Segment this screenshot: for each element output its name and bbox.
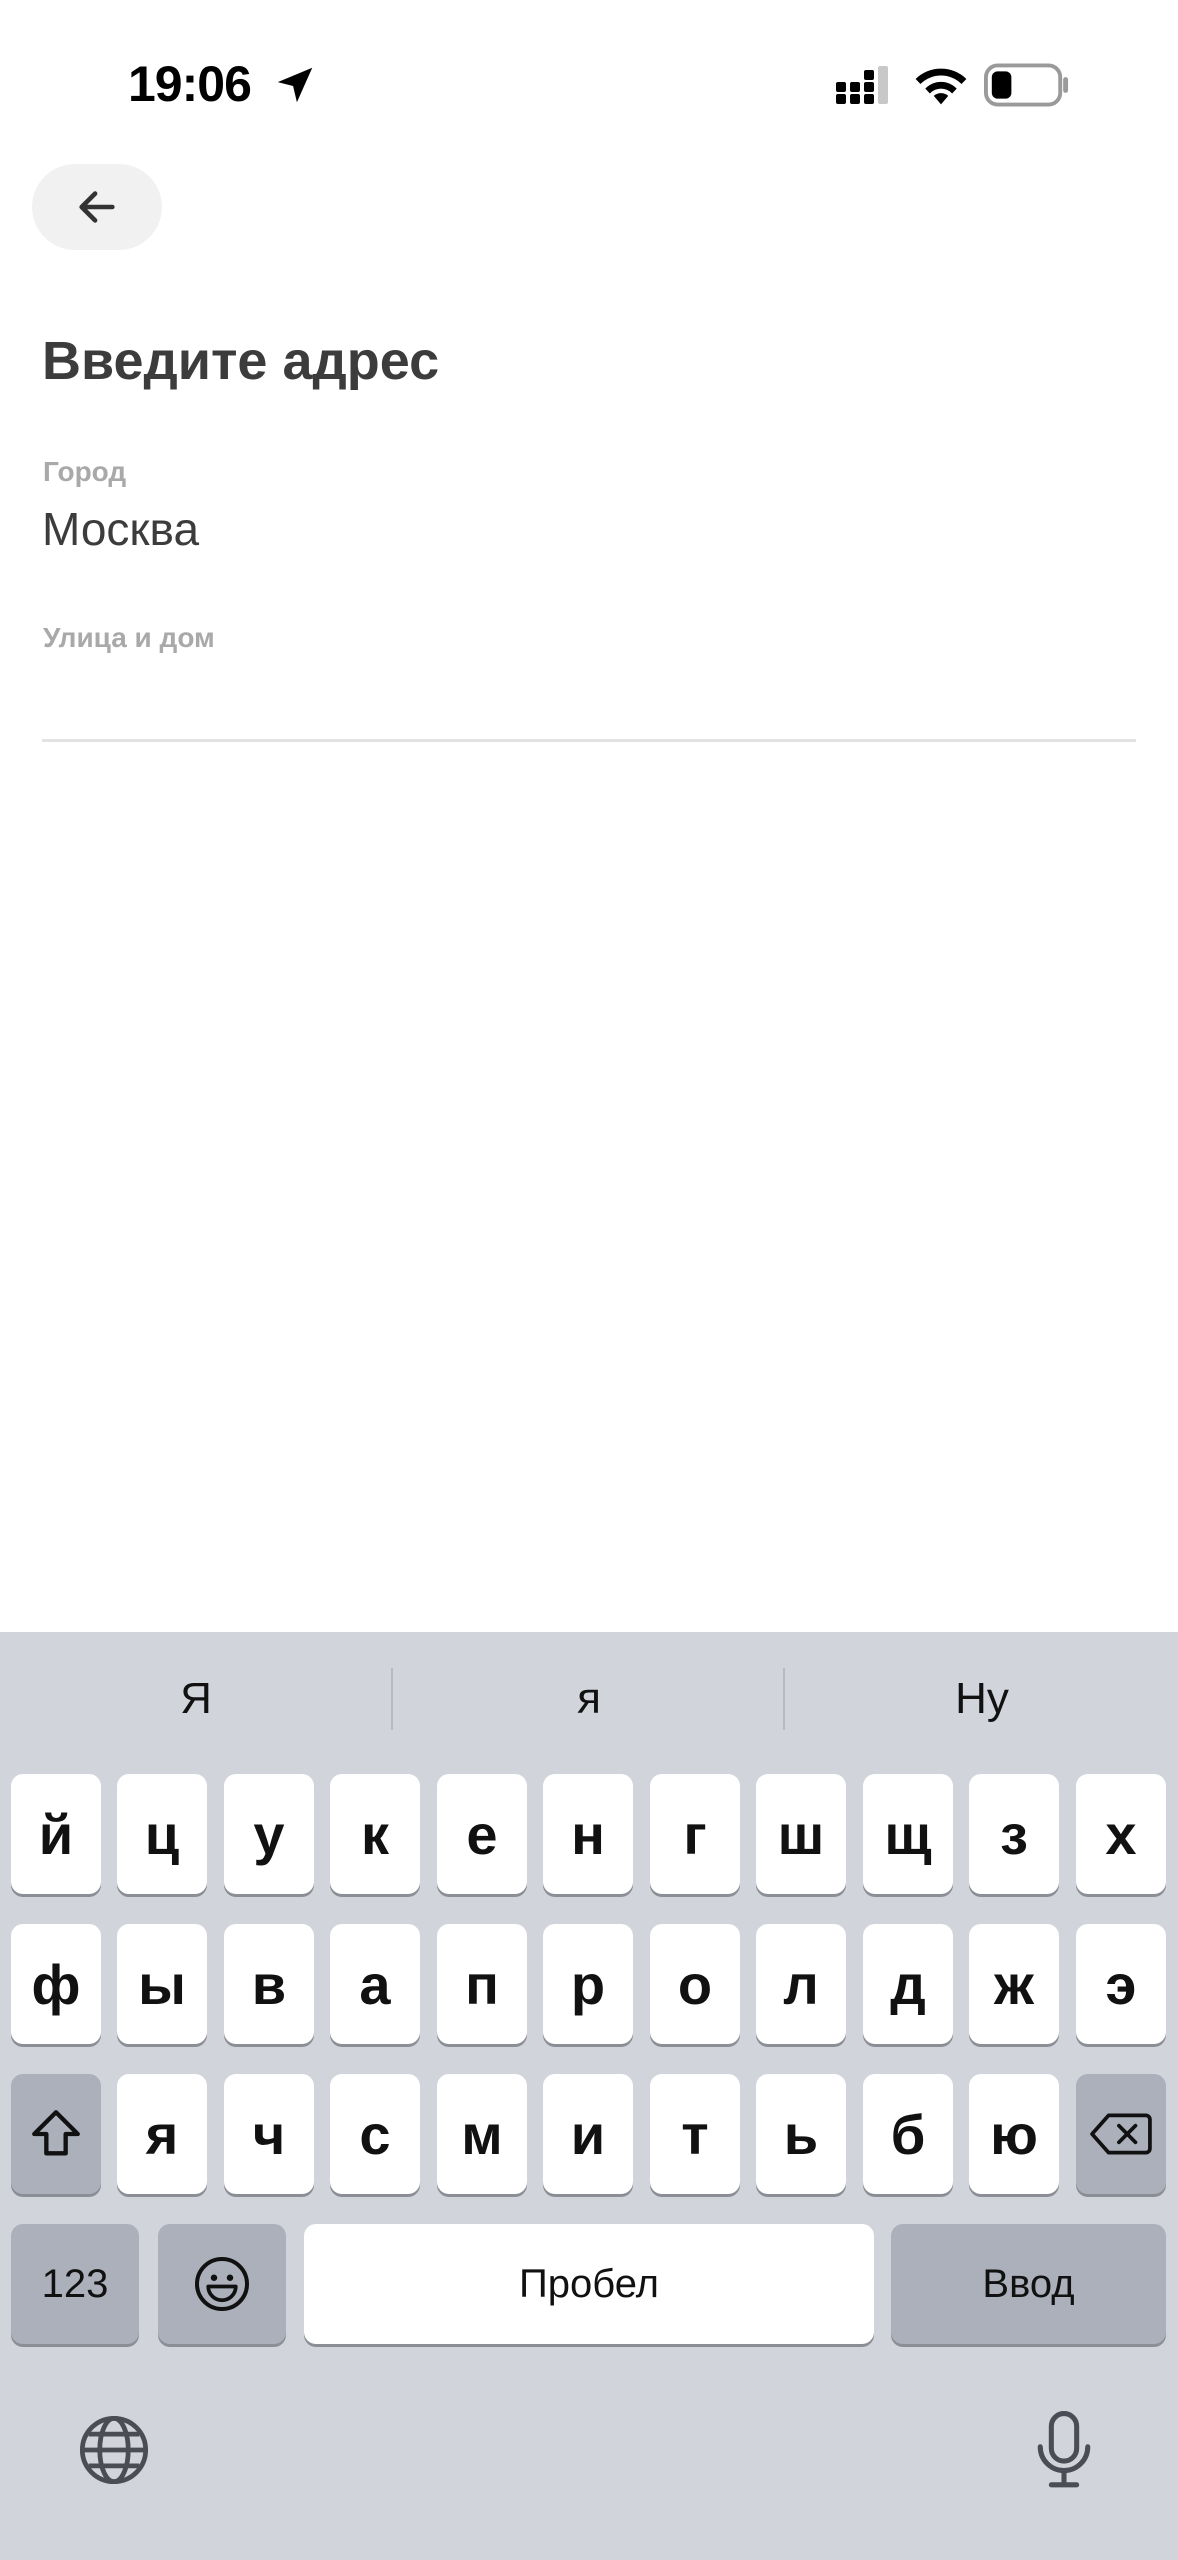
key[interactable]: н bbox=[543, 1774, 633, 1894]
key[interactable]: ц bbox=[117, 1774, 207, 1894]
key[interactable]: ф bbox=[11, 1924, 101, 2044]
key[interactable]: щ bbox=[863, 1774, 953, 1894]
key[interactable]: т bbox=[650, 2074, 740, 2194]
key[interactable]: з bbox=[969, 1774, 1059, 1894]
arrow-left-icon bbox=[79, 191, 115, 223]
key[interactable]: и bbox=[543, 2074, 633, 2194]
location-arrow-icon bbox=[277, 67, 313, 103]
suggestion-divider bbox=[783, 1668, 785, 1730]
street-input[interactable] bbox=[42, 660, 1136, 742]
key[interactable]: л bbox=[756, 1924, 846, 2044]
key[interactable]: э bbox=[1076, 1924, 1166, 2044]
key[interactable]: ы bbox=[117, 1924, 207, 2044]
key[interactable]: г bbox=[650, 1774, 740, 1894]
key[interactable]: е bbox=[437, 1774, 527, 1894]
key[interactable]: ь bbox=[756, 2074, 846, 2194]
key[interactable]: д bbox=[863, 1924, 953, 2044]
suggestion-bar: Я я Ну bbox=[0, 1632, 1178, 1766]
street-label: Улица и дом bbox=[43, 622, 215, 653]
back-button[interactable] bbox=[32, 164, 162, 250]
cellular-signal-icon bbox=[836, 66, 888, 104]
key[interactable]: ю bbox=[969, 2074, 1059, 2194]
suggestion-3[interactable]: Ну bbox=[786, 1632, 1178, 1766]
keyboard: Я я Ну й ц у к е н г ш щ з х ф ы в а п р… bbox=[0, 1632, 1178, 2560]
return-key[interactable]: Ввод bbox=[891, 2224, 1166, 2344]
key[interactable]: я bbox=[117, 2074, 207, 2194]
key[interactable]: в bbox=[224, 1924, 314, 2044]
key[interactable]: б bbox=[863, 2074, 953, 2194]
emoji-key[interactable] bbox=[158, 2224, 286, 2344]
microphone-icon[interactable] bbox=[1026, 2408, 1102, 2492]
key[interactable]: м bbox=[437, 2074, 527, 2194]
suggestion-1[interactable]: Я bbox=[0, 1632, 392, 1766]
key[interactable]: а bbox=[330, 1924, 420, 2044]
city-field[interactable]: Москва bbox=[42, 502, 199, 556]
wifi-icon bbox=[915, 68, 967, 105]
backspace-icon bbox=[1090, 2113, 1152, 2155]
backspace-key[interactable] bbox=[1076, 2074, 1166, 2194]
battery-icon bbox=[984, 63, 1069, 107]
status-time: 19:06 bbox=[128, 56, 252, 112]
page-title: Введите адрес bbox=[42, 331, 440, 391]
emoji-icon bbox=[195, 2257, 249, 2311]
key[interactable]: к bbox=[330, 1774, 420, 1894]
key[interactable]: с bbox=[330, 2074, 420, 2194]
city-label: Город bbox=[43, 456, 127, 487]
key[interactable]: п bbox=[437, 1924, 527, 2044]
key[interactable]: р bbox=[543, 1924, 633, 2044]
numbers-key[interactable]: 123 bbox=[11, 2224, 139, 2344]
shift-icon bbox=[32, 2110, 80, 2156]
key[interactable]: у bbox=[224, 1774, 314, 1894]
key[interactable]: х bbox=[1076, 1774, 1166, 1894]
status-bar: 19:06 bbox=[0, 0, 1178, 170]
key[interactable]: й bbox=[11, 1774, 101, 1894]
shift-key[interactable] bbox=[11, 2074, 101, 2194]
globe-icon[interactable] bbox=[76, 2412, 152, 2488]
key[interactable]: о bbox=[650, 1924, 740, 2044]
key[interactable]: ш bbox=[756, 1774, 846, 1894]
space-key[interactable]: Пробел bbox=[304, 2224, 874, 2344]
key[interactable]: ч bbox=[224, 2074, 314, 2194]
key[interactable]: ж bbox=[969, 1924, 1059, 2044]
suggestion-2[interactable]: я bbox=[393, 1632, 785, 1766]
